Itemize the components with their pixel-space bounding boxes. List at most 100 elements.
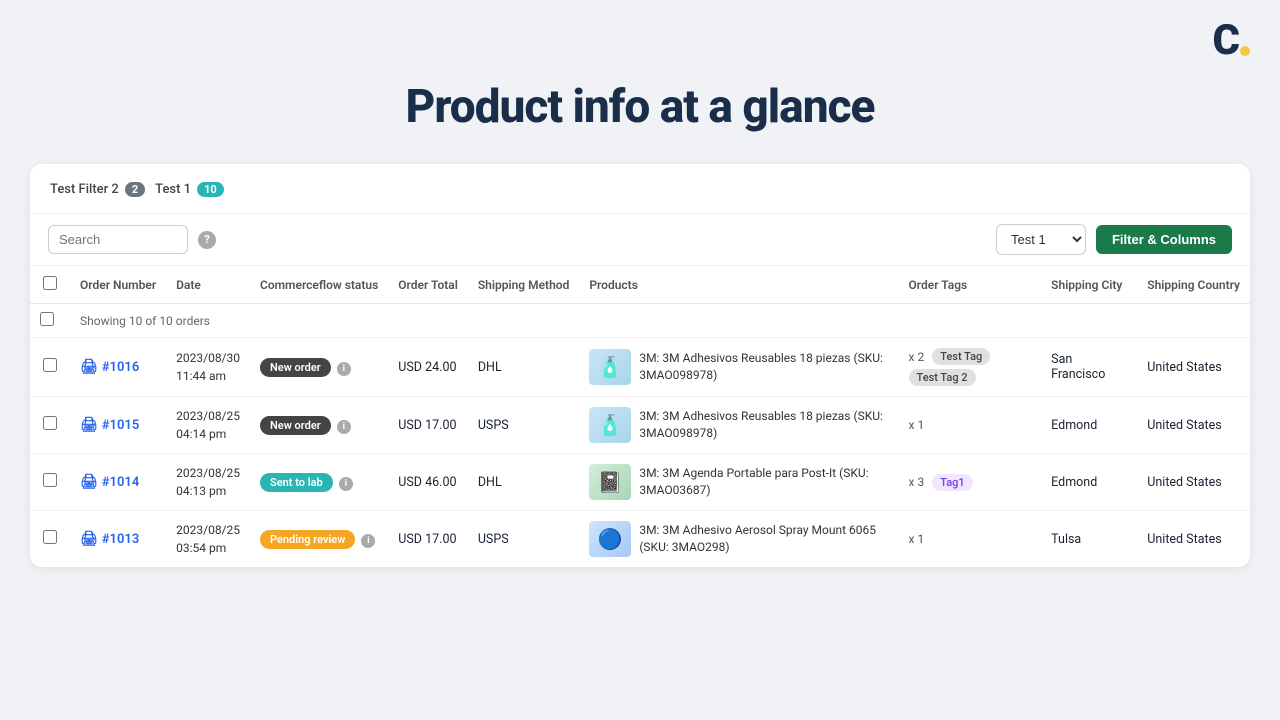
qty-text: x 1 [909,418,925,432]
showing-row: Showing 10 of 10 orders [30,304,1250,338]
help-icon[interactable]: ? [198,231,216,249]
order-total-text: USD 46.00 [398,475,456,490]
shipping-country-cell: United States [1137,511,1250,568]
order-link[interactable]: 🖨 #1015 [80,417,156,433]
printer-icon: 🖨 [80,417,98,433]
filter-tabs: Test Filter 2 2 Test 1 10 [30,164,1250,214]
table-wrapper: Order Number Date Commerceflow status Or… [30,266,1250,567]
tag-pill: Tag1 [932,474,972,491]
row-checkbox-cell [30,454,70,511]
shipping-country-text: United States [1147,360,1221,375]
products-cell: 📓 3M: 3M Agenda Portable para Post-It (S… [579,454,898,511]
order-link[interactable]: 🖨 #1014 [80,474,156,490]
toolbar: ? Test 1 Test 2 Filter & Columns [30,214,1250,266]
order-total-text: USD 17.00 [398,532,456,547]
row-checkbox[interactable] [43,358,57,372]
order-total-cell: USD 24.00 [388,338,468,397]
status-cell: New order i [250,338,388,397]
shipping-method-cell: DHL [468,338,580,397]
status-badge: New order [260,358,331,377]
order-tags-cell: x 3 Tag1 [899,454,1042,511]
row-checkbox[interactable] [43,416,57,430]
status-info-icon[interactable]: i [337,420,351,434]
status-info-icon[interactable]: i [337,362,351,376]
status-info-icon[interactable]: i [361,534,375,548]
toolbar-left: ? [48,225,216,254]
col-order-tags: Order Tags [899,266,1042,304]
status-label: Sent to lab [270,476,323,489]
order-link[interactable]: 🖨 #1013 [80,531,156,547]
qty-text: x 3 [909,475,925,489]
products-cell: 🔵 3M: 3M Adhesivo Aerosol Spray Mount 60… [579,511,898,568]
product-info: 🧴 3M: 3M Adhesivos Reusables 18 piezas (… [589,407,888,443]
col-products: Products [579,266,898,304]
col-shipping-city: Shipping City [1041,266,1137,304]
date-text: 2023/08/2504:13 pm [176,464,240,500]
tab-test-filter-2[interactable]: Test Filter 2 2 [48,178,147,201]
printer-icon: 🖨 [80,531,98,547]
product-info: 🧴 3M: 3M Adhesivos Reusables 18 piezas (… [589,349,888,385]
row-checkbox[interactable] [43,473,57,487]
order-number-text: #1015 [102,418,139,433]
order-total-cell: USD 17.00 [388,397,468,454]
date-text: 2023/08/3011:44 am [176,349,240,385]
row-checkbox-cell [30,397,70,454]
order-number-text: #1013 [102,532,139,547]
tab-test-1[interactable]: Test 1 10 [153,178,226,201]
search-input[interactable] [48,225,188,254]
showing-checkbox-cell [30,304,70,338]
order-number-text: #1016 [102,360,139,375]
showing-label: Showing 10 of 10 orders [70,304,1250,338]
status-label: New order [270,419,321,432]
qty-text: x 2 [909,350,925,364]
col-shipping-method: Shipping Method [468,266,580,304]
select-all-checkbox[interactable] [43,276,57,290]
shipping-city-cell: Edmond [1041,397,1137,454]
order-link[interactable]: 🖨 #1016 [80,359,156,375]
product-info: 📓 3M: 3M Agenda Portable para Post-It (S… [589,464,888,500]
shipping-country-text: United States [1147,475,1221,490]
order-number-cell: 🖨 #1015 [70,397,166,454]
date-cell: 2023/08/2504:14 pm [166,397,250,454]
status-cell: Sent to lab i [250,454,388,511]
product-name-text: 3M: 3M Agenda Portable para Post-It (SKU… [639,465,888,499]
tab-test-filter-2-badge: 2 [125,182,145,197]
status-badge: Sent to lab [260,473,333,492]
order-number-cell: 🖨 #1016 [70,338,166,397]
date-text: 2023/08/2503:54 pm [176,521,240,557]
shipping-city-cell: Tulsa [1041,511,1137,568]
filter-columns-button[interactable]: Filter & Columns [1096,225,1232,254]
shipping-method-cell: USPS [468,511,580,568]
row-checkbox-cell [30,511,70,568]
col-order-total: Order Total [388,266,468,304]
tags-container: x 3 Tag1 [909,474,1032,491]
filter-select[interactable]: Test 1 Test 2 [996,224,1086,255]
product-name-text: 3M: 3M Adhesivos Reusables 18 piezas (SK… [639,408,888,442]
date-cell: 2023/08/2504:13 pm [166,454,250,511]
shipping-country-cell: United States [1137,338,1250,397]
products-cell: 🧴 3M: 3M Adhesivos Reusables 18 piezas (… [579,397,898,454]
col-date: Date [166,266,250,304]
tab-test-1-badge: 10 [197,182,224,197]
order-total-cell: USD 46.00 [388,454,468,511]
showing-row-checkbox[interactable] [40,312,54,326]
row-checkbox-cell [30,338,70,397]
shipping-method-text: USPS [478,532,509,547]
status-label: Pending review [270,533,345,546]
status-info-icon[interactable]: i [339,477,353,491]
col-order-number: Order Number [70,266,166,304]
tags-container: x 1 [909,532,1032,546]
toolbar-right: Test 1 Test 2 Filter & Columns [996,224,1232,255]
status-cell: Pending review i [250,511,388,568]
shipping-method-text: DHL [478,475,502,490]
shipping-country-text: United States [1147,418,1221,433]
printer-icon: 🖨 [80,474,98,490]
shipping-country-text: United States [1147,532,1221,547]
table-row: 🖨 #1014 2023/08/2504:13 pm Sent to lab i… [30,454,1250,511]
tab-test-1-label: Test 1 [155,182,191,197]
shipping-country-cell: United States [1137,454,1250,511]
row-checkbox[interactable] [43,530,57,544]
printer-icon: 🖨 [80,359,98,375]
product-info: 🔵 3M: 3M Adhesivo Aerosol Spray Mount 60… [589,521,888,557]
table-row: 🖨 #1015 2023/08/2504:14 pm New order i U… [30,397,1250,454]
